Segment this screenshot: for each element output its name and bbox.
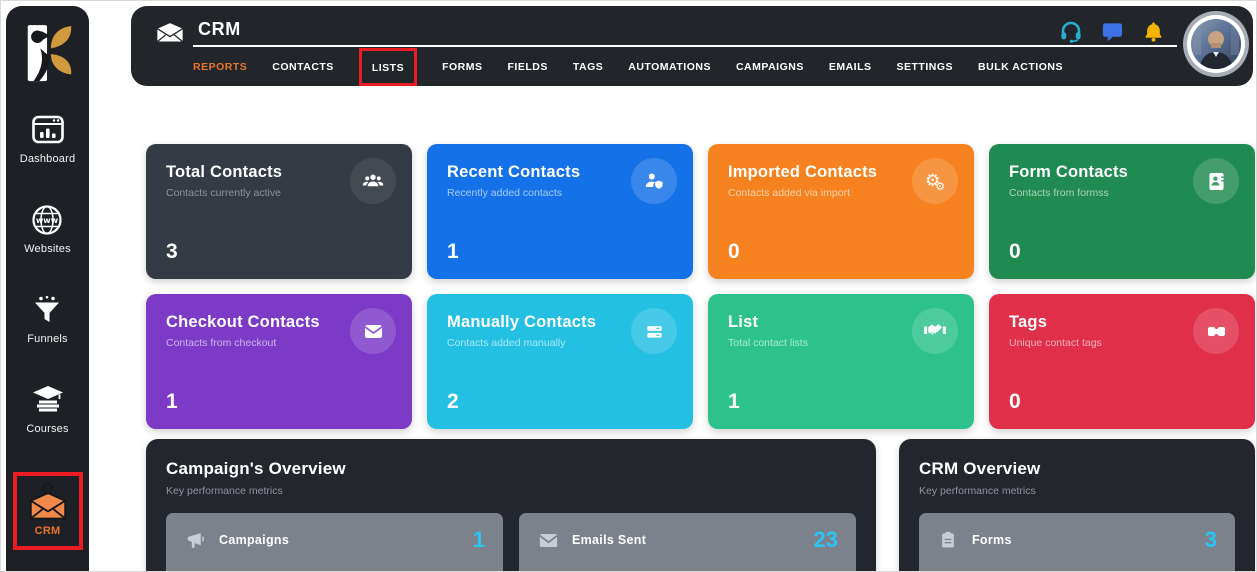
metrics-row: Forms 3 (919, 513, 1235, 572)
sidebar-item-funnels[interactable]: Funnels (27, 292, 68, 345)
tab-lists[interactable]: LISTS (372, 62, 404, 74)
stat-card-recent-contacts[interactable]: Recent Contacts Recently added contacts … (427, 144, 693, 279)
ticket-icon (1193, 308, 1239, 354)
sidebar-item-dashboard[interactable]: Dashboard (20, 112, 76, 165)
app-logo[interactable] (21, 20, 75, 94)
sidebar-item-label: Courses (26, 423, 68, 435)
title-divider (193, 45, 1177, 47)
envelope-icon (350, 308, 396, 354)
crm-dashboard-screen: Dashboard www Websites (0, 0, 1257, 572)
users-group-icon (350, 158, 396, 204)
topbar-actions (1059, 19, 1165, 43)
tab-fields[interactable]: FIELDS (508, 61, 548, 73)
card-value: 2 (447, 390, 673, 414)
card-value: 0 (1009, 390, 1235, 414)
gear-icon: ⚙ (164, 13, 176, 26)
avatar-ring (1187, 15, 1245, 73)
card-value: 1 (166, 390, 392, 414)
panel-subtitle: Key performance metrics (166, 485, 856, 497)
tab-contacts[interactable]: CONTACTS (272, 61, 334, 73)
tab-campaigns[interactable]: CAMPAIGNS (736, 61, 804, 73)
metric-label: Emails Sent (572, 533, 646, 547)
gear-icon: ⚙ (40, 481, 54, 497)
stat-card-imported-contacts[interactable]: Imported Contacts Contacts added via imp… (708, 144, 974, 279)
sidebar-item-label: CRM (35, 525, 61, 537)
stat-card-form-contacts[interactable]: Form Contacts Contacts from formss 0 (989, 144, 1255, 279)
address-card-icon (1193, 158, 1239, 204)
crm-highlight-box: ⚙ CRM (13, 472, 83, 550)
panel-title: CRM Overview (919, 459, 1235, 479)
card-value: 1 (447, 240, 673, 264)
stats-cards: Total Contacts Contacts currently active… (146, 144, 1255, 429)
card-value: 1 (728, 390, 954, 414)
card-value: 0 (1009, 240, 1235, 264)
title-row: ⚙ CRM (155, 15, 241, 43)
funnel-icon (29, 292, 65, 328)
tab-tags[interactable]: TAGS (573, 61, 603, 73)
metric-emails-sent: Emails Sent 23 (519, 513, 856, 572)
megaphone-icon (184, 529, 206, 551)
metric-label: Forms (972, 533, 1012, 547)
bell-icon[interactable] (1141, 19, 1165, 43)
panel-title: Campaign's Overview (166, 459, 856, 479)
lists-highlight-box: LISTS (359, 48, 417, 86)
sidebar-item-courses[interactable]: Courses (26, 382, 68, 435)
chat-icon[interactable] (1100, 19, 1124, 43)
metrics-row: Campaigns 1 Emails Sent 2 (166, 513, 856, 572)
top-nav: REPORTS CONTACTS LISTS FORMS FIELDS TAGS… (193, 50, 1063, 84)
stat-card-checkout-contacts[interactable]: Checkout Contacts Contacts from checkout… (146, 294, 412, 429)
clipboard-icon (937, 529, 959, 551)
sidebar: Dashboard www Websites (6, 6, 89, 572)
bird-logo-icon (21, 20, 75, 94)
svg-text:www: www (36, 216, 59, 225)
user-avatar[interactable] (1183, 11, 1249, 77)
metric-value: 23 (814, 527, 838, 553)
sidebar-item-label: Dashboard (20, 153, 76, 165)
metric-value: 1 (473, 527, 485, 553)
sidebar-nav: Dashboard www Websites (13, 112, 83, 550)
tab-bulk-actions[interactable]: BULK ACTIONS (978, 61, 1063, 73)
sidebar-item-label: Funnels (27, 333, 68, 345)
tab-settings[interactable]: SETTINGS (897, 61, 954, 73)
globe-icon: www (29, 202, 65, 238)
user-shield-icon (631, 158, 677, 204)
tab-emails[interactable]: EMAILS (829, 61, 872, 73)
stat-card-total-contacts[interactable]: Total Contacts Contacts currently active… (146, 144, 412, 279)
tab-automations[interactable]: AUTOMATIONS (628, 61, 711, 73)
metric-forms: Forms 3 (919, 513, 1235, 572)
card-value: 0 (728, 240, 954, 264)
crm-envelope-gear-icon: ⚙ (29, 484, 67, 520)
metric-campaigns: Campaigns 1 (166, 513, 503, 572)
graduation-cap-icon (30, 382, 66, 418)
avatar-photo (1191, 19, 1241, 69)
stat-card-manually-contacts[interactable]: Manually Contacts Contacts added manuall… (427, 294, 693, 429)
sidebar-item-label: Websites (24, 243, 71, 255)
page-title: CRM (198, 19, 241, 40)
dashboard-icon (30, 112, 66, 148)
crm-overview-panel: CRM Overview Key performance metrics (899, 439, 1255, 572)
sidebar-item-websites[interactable]: www Websites (24, 202, 71, 255)
tab-reports[interactable]: REPORTS (193, 61, 247, 73)
sidebar-item-crm[interactable]: ⚙ CRM (29, 484, 67, 537)
stat-card-list[interactable]: List Total contact lists 1 (708, 294, 974, 429)
gears-icon: ⚙⚙ (912, 158, 958, 204)
handshake-icon (912, 308, 958, 354)
overview-panels: Campaign's Overview Key performance metr… (146, 439, 1255, 572)
panel-subtitle: Key performance metrics (919, 485, 1235, 497)
headset-icon[interactable] (1059, 19, 1083, 43)
stat-card-tags[interactable]: Tags Unique contact tags 0 (989, 294, 1255, 429)
topbar: ⚙ CRM REPORTS CONTACTS LISTS FORMS FIELD… (131, 6, 1253, 86)
metric-value: 3 (1205, 527, 1217, 553)
cards-stack-icon (631, 308, 677, 354)
envelope-icon (537, 529, 559, 551)
tab-forms[interactable]: FORMS (442, 61, 482, 73)
metric-label: Campaigns (219, 533, 289, 547)
card-value: 3 (166, 240, 392, 264)
crm-envelope-gear-icon: ⚙ (155, 15, 185, 43)
campaigns-overview-panel: Campaign's Overview Key performance metr… (146, 439, 876, 572)
